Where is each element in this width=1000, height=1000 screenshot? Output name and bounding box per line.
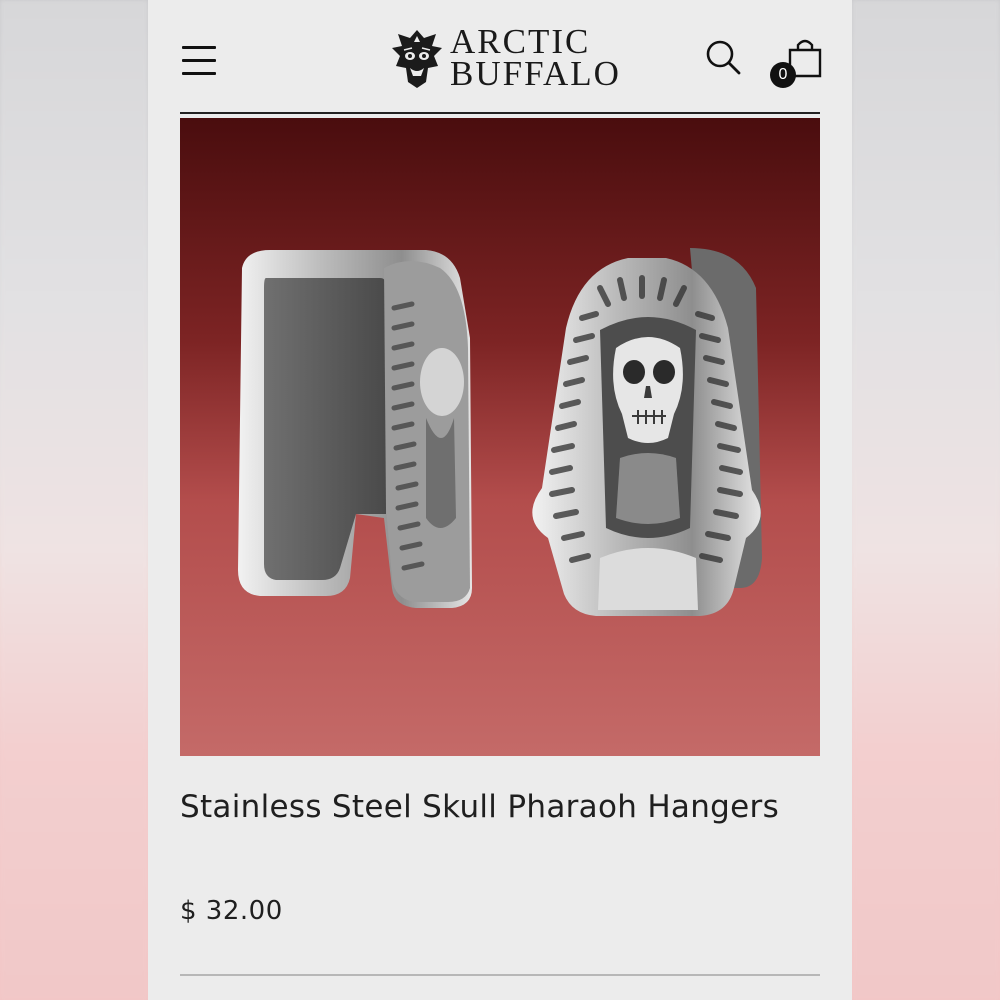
buffalo-mask-icon: [392, 30, 442, 88]
product-image[interactable]: [180, 118, 820, 756]
search-icon[interactable]: [704, 38, 744, 78]
cart-button[interactable]: 0: [768, 36, 828, 90]
product-price: $ 32.00: [180, 896, 283, 926]
brand-name-line2: BUFFALO: [450, 54, 621, 93]
product-title: Stainless Steel Skull Pharaoh Hangers: [180, 789, 780, 825]
brand-name: ARCTIC BUFFALO: [450, 24, 621, 93]
site-header: ARCTIC BUFFALO 0: [148, 0, 852, 112]
header-divider: [180, 112, 820, 114]
hamburger-menu-icon[interactable]: [182, 44, 216, 76]
content-divider: [180, 974, 820, 976]
cart-count-badge: 0: [770, 62, 796, 88]
background-blur-right: [852, 0, 1000, 1000]
mobile-screen: ARCTIC BUFFALO 0 Stainless Steel Skull P…: [148, 0, 852, 1000]
background-blur-left: [0, 0, 148, 1000]
brand-logo[interactable]: ARCTIC BUFFALO: [388, 24, 620, 96]
